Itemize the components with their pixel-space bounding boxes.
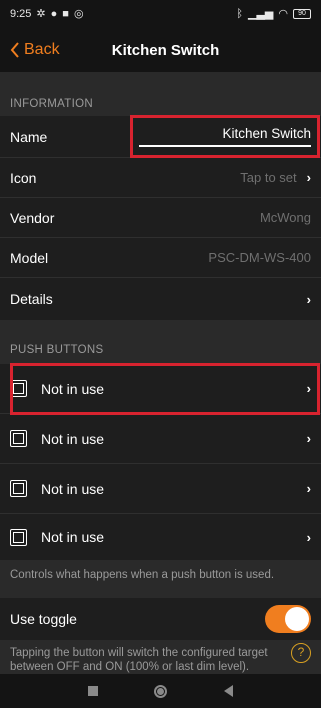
navigation-bar: Back Kitchen Switch: [0, 28, 321, 72]
vendor-row: Vendor McWong: [0, 198, 321, 238]
push-buttons-note: Controls what happens when a push button…: [10, 569, 275, 581]
button-square-icon: [10, 430, 27, 447]
icon-label: Icon: [10, 169, 37, 186]
push-button-label: Not in use: [41, 430, 105, 447]
toggle-knob: [285, 607, 309, 631]
model-row: Model PSC-DM-WS-400: [0, 238, 321, 278]
chevron-right-icon: ›: [306, 291, 311, 307]
facebook-icon: ●: [50, 7, 58, 20]
button-square-icon: [10, 480, 27, 497]
use-toggle-label: Use toggle: [10, 611, 77, 627]
use-toggle-switch[interactable]: [265, 605, 311, 633]
chevron-right-icon: ›: [306, 381, 311, 396]
information-header: INFORMATION: [10, 98, 93, 110]
name-input[interactable]: [143, 126, 311, 146]
use-toggle-description: Tapping the button will switch the confi…: [10, 647, 268, 673]
name-input-wrap: [139, 126, 311, 147]
vendor-value: McWong: [259, 210, 311, 225]
wifi-icon: ◠: [278, 7, 288, 20]
status-bar: 9:25 ✲ ● ■ ◎ ᛒ ▁▃▅ ◠ 90: [0, 0, 321, 28]
push-button-row[interactable]: Not in use ›: [0, 464, 321, 514]
chevron-right-icon: ›: [306, 481, 311, 496]
home-icon[interactable]: [154, 684, 168, 698]
push-button-label: Not in use: [41, 480, 105, 497]
model-value: PSC-DM-WS-400: [208, 250, 311, 265]
button-square-icon: [10, 380, 27, 397]
back-triangle-icon[interactable]: [223, 685, 233, 697]
bluetooth-icon: ᛒ: [236, 7, 243, 20]
icon-value: Tap to set: [240, 170, 297, 185]
chevron-right-icon: ›: [306, 170, 311, 185]
push-buttons-header: PUSH BUTTONS: [10, 344, 104, 356]
system-navigation-bar: [0, 674, 321, 708]
status-time: 9:25: [10, 8, 32, 20]
recent-apps-icon[interactable]: [88, 686, 99, 696]
use-toggle-row: Use toggle: [0, 598, 321, 640]
chevron-right-icon: ›: [306, 431, 311, 446]
push-button-label: Not in use: [41, 380, 105, 397]
icon-row[interactable]: Icon Tap to set ›: [0, 158, 321, 198]
push-button-row[interactable]: Not in use ›: [0, 514, 321, 560]
help-icon[interactable]: ?: [291, 643, 311, 663]
vendor-label: Vendor: [10, 209, 55, 226]
square-icon: ■: [62, 7, 69, 20]
back-button[interactable]: Back: [0, 41, 60, 59]
button-square-icon: [10, 528, 27, 546]
status-bar-right: ᛒ ▁▃▅ ◠ 90: [236, 7, 311, 20]
signal-icon: ▁▃▅: [248, 7, 274, 20]
chevron-left-icon: [10, 42, 19, 58]
details-label: Details: [10, 291, 53, 307]
details-row[interactable]: Details ›: [0, 278, 321, 320]
back-label: Back: [24, 41, 60, 58]
status-bar-left: 9:25 ✲ ● ■ ◎: [10, 8, 84, 20]
push-button-row[interactable]: Not in use ›: [0, 364, 321, 414]
camera-icon: ◎: [73, 7, 84, 20]
fan-icon: ✲: [36, 7, 46, 20]
name-row: Name: [0, 116, 321, 158]
push-button-label: Not in use: [41, 529, 105, 545]
push-button-row[interactable]: Not in use ›: [0, 414, 321, 464]
chevron-right-icon: ›: [306, 529, 311, 545]
name-underline: [139, 145, 311, 147]
model-label: Model: [10, 249, 49, 266]
battery-icon: 90: [293, 9, 311, 19]
name-label: Name: [10, 128, 48, 145]
